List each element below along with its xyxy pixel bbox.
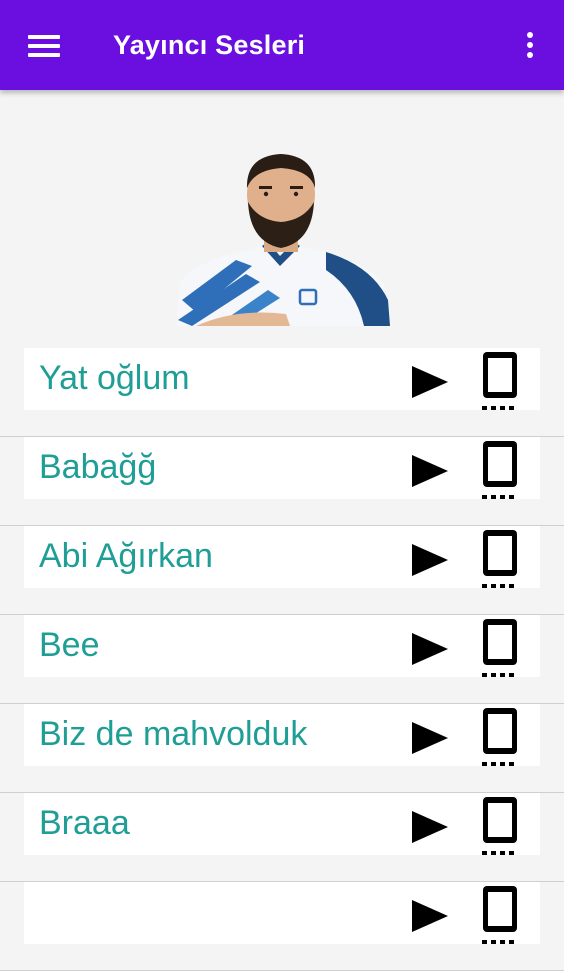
sound-label: Biz de mahvolduk — [39, 715, 308, 753]
sound-label: Babağğ — [39, 448, 157, 486]
sound-card[interactable]: Yat oğlum — [24, 348, 540, 410]
phone-vibrate-icon[interactable] — [480, 528, 520, 590]
phone-vibrate-icon[interactable] — [480, 884, 520, 946]
sound-label: Braaa — [39, 804, 130, 842]
app-bar: Yayıncı Sesleri — [0, 0, 564, 90]
sound-row: Bee — [0, 615, 564, 704]
play-icon[interactable] — [410, 540, 450, 580]
streamer-avatar — [176, 150, 390, 326]
sound-row: Biz de mahvolduk — [0, 704, 564, 793]
sound-row: Babağğ — [0, 437, 564, 526]
sound-label: Bee — [39, 626, 100, 664]
phone-vibrate-icon[interactable] — [480, 795, 520, 857]
sound-card[interactable]: Abi Ağırkan — [24, 526, 540, 588]
phone-vibrate-icon[interactable] — [480, 617, 520, 679]
play-icon[interactable] — [410, 362, 450, 402]
menu-button[interactable] — [24, 32, 64, 64]
more-vert-button[interactable] — [518, 30, 542, 64]
sound-card[interactable]: Bee — [24, 615, 540, 677]
sound-label: Abi Ağırkan — [39, 537, 213, 575]
more-vert-icon — [527, 32, 533, 38]
sound-row — [0, 882, 564, 971]
sound-card[interactable] — [24, 882, 540, 944]
sound-row: Yat oğlum — [0, 348, 564, 437]
hamburger-menu-icon — [28, 35, 60, 39]
play-icon[interactable] — [410, 629, 450, 669]
sound-card[interactable]: Babağğ — [24, 437, 540, 499]
phone-vibrate-icon[interactable] — [480, 706, 520, 768]
sound-card[interactable]: Biz de mahvolduk — [24, 704, 540, 766]
play-icon[interactable] — [410, 807, 450, 847]
phone-vibrate-icon[interactable] — [480, 439, 520, 501]
sound-label: Yat oğlum — [39, 359, 190, 397]
sound-card[interactable]: Braaa — [24, 793, 540, 855]
sound-row: Braaa — [0, 793, 564, 882]
play-icon[interactable] — [410, 718, 450, 758]
sound-list: Yat oğlum Babağğ Abi Ağırkan Bee Biz de … — [0, 348, 564, 971]
sound-row: Abi Ağırkan — [0, 526, 564, 615]
play-icon[interactable] — [410, 896, 450, 936]
app-title: Yayıncı Sesleri — [113, 30, 306, 60]
phone-vibrate-icon[interactable] — [480, 350, 520, 412]
play-icon[interactable] — [410, 451, 450, 491]
